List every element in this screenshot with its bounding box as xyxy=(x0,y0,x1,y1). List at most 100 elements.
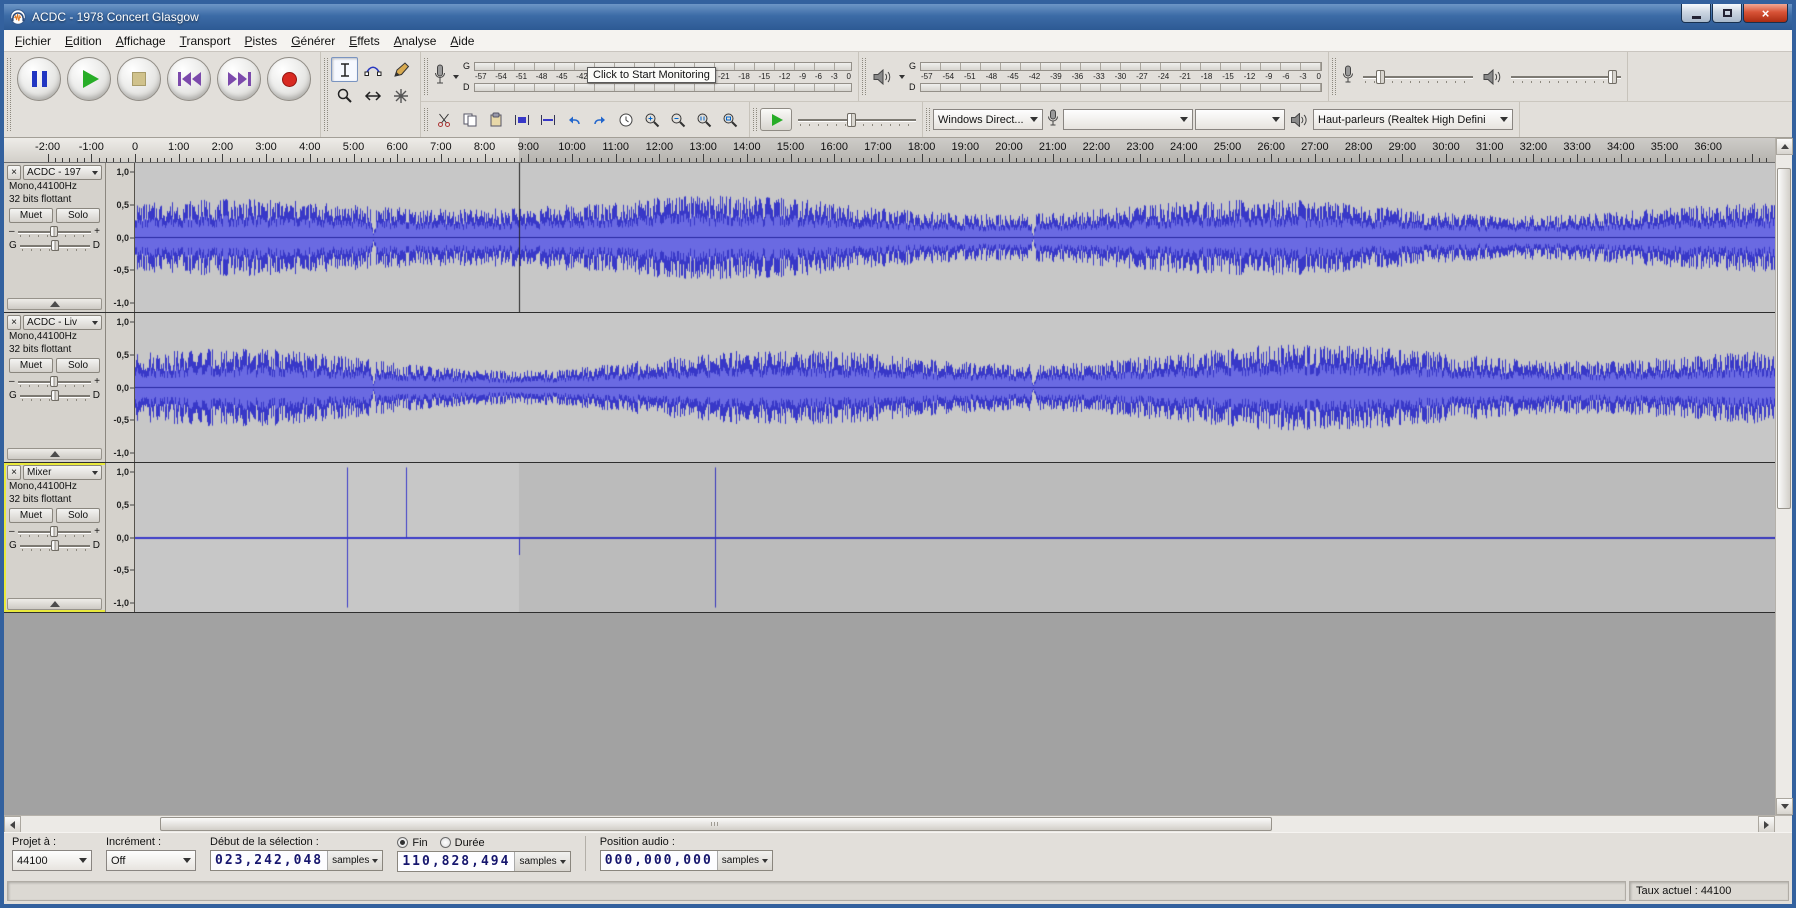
selection-end-field[interactable]: 110,828,494 samples xyxy=(397,851,571,872)
track-2[interactable]: × ACDC - Liv Mono,44100Hz 32 bits flottant M… xyxy=(4,313,1775,463)
menu-item-gnrer[interactable]: Générer xyxy=(284,31,342,51)
multi-tool-button[interactable] xyxy=(387,83,414,108)
sync-lock-button[interactable] xyxy=(613,108,639,132)
waveform-area[interactable] xyxy=(135,313,1775,462)
pan-slider[interactable] xyxy=(19,389,90,402)
stop-button[interactable] xyxy=(117,57,161,101)
close-button[interactable]: × xyxy=(1743,4,1788,23)
playback-speed-thumb[interactable] xyxy=(847,112,857,127)
track-title-menu[interactable]: ACDC - Liv xyxy=(23,315,102,330)
vertical-scroll-thumb[interactable] xyxy=(1777,167,1791,509)
draw-tool-button[interactable] xyxy=(387,57,414,82)
gain-slider[interactable] xyxy=(17,225,92,238)
playback-meter-toolbar[interactable]: GD -57 -54 -51 -48 -45 -42 -39 -36 -33 -30 -27 -24-… xyxy=(859,52,1329,102)
track-3[interactable]: × Mixer Mono,44100Hz 32 bits flottant Muet So… xyxy=(4,463,1775,613)
title-bar[interactable]: ACDC - 1978 Concert Glasgow × xyxy=(4,4,1792,30)
toolbar-gripper[interactable] xyxy=(862,58,866,96)
output-volume-slider[interactable] xyxy=(1511,69,1621,85)
audio-position-field[interactable]: 000,000,000 samples xyxy=(599,850,774,871)
menu-item-edition[interactable]: Edition xyxy=(58,31,109,51)
gain-slider[interactable] xyxy=(17,525,92,538)
audio-position-value[interactable]: 000,000,000 xyxy=(600,851,717,870)
toolbar-gripper[interactable] xyxy=(1332,58,1336,96)
play-at-speed-button[interactable] xyxy=(760,108,792,132)
cut-button[interactable] xyxy=(431,108,457,132)
vertical-scale-ruler[interactable]: 1,0 0,5 0,0 -0,5 -1,0 xyxy=(106,313,135,462)
trim-button[interactable] xyxy=(509,108,535,132)
scroll-left-button[interactable] xyxy=(4,816,21,833)
pan-slider[interactable] xyxy=(19,239,90,252)
track-title-menu[interactable]: Mixer xyxy=(23,465,102,480)
track-close-button[interactable]: × xyxy=(7,165,21,180)
menu-item-effets[interactable]: Effets xyxy=(342,31,386,51)
vertical-scale-ruler[interactable]: 1,0 0,5 0,0 -0,5 -1,0 xyxy=(106,163,135,312)
copy-button[interactable] xyxy=(457,108,483,132)
toolbar-gripper[interactable] xyxy=(926,108,930,131)
envelope-tool-button[interactable] xyxy=(359,57,386,82)
toolbar-gripper[interactable] xyxy=(424,108,428,131)
timeline-ruler[interactable]: -2:00 -1:00 0 1:00 2:00 3:00 4:00 5:00 6:00 7:00 8… xyxy=(4,138,1775,163)
maximize-button[interactable] xyxy=(1712,4,1742,23)
selection-start-field[interactable]: 023,242,048 samples xyxy=(210,850,384,871)
horizontal-scroll-thumb[interactable] xyxy=(159,817,1272,831)
pan-thumb[interactable] xyxy=(50,390,59,401)
track-close-button[interactable]: × xyxy=(7,465,21,480)
zoom-tool-button[interactable] xyxy=(331,83,358,108)
input-volume-thumb[interactable] xyxy=(1375,69,1385,84)
toolbar-gripper[interactable] xyxy=(424,58,428,96)
menu-item-aide[interactable]: Aide xyxy=(443,31,481,51)
audio-host-select[interactable]: Windows Direct... xyxy=(933,109,1043,131)
monitor-tooltip[interactable]: Click to Start Monitoring xyxy=(587,67,716,83)
track-collapse-button[interactable] xyxy=(7,448,102,460)
radio-duration[interactable] xyxy=(439,837,451,848)
track-1[interactable]: × ACDC - 197 Mono,44100Hz 32 bits flottant M… xyxy=(4,163,1775,313)
project-rate-select[interactable]: 44100 xyxy=(12,850,92,871)
input-volume-slider[interactable] xyxy=(1363,69,1473,85)
pause-button[interactable] xyxy=(17,57,61,101)
menu-item-affichage[interactable]: Affichage xyxy=(109,31,173,51)
waveform-area[interactable] xyxy=(135,463,1775,612)
gain-thumb[interactable] xyxy=(50,376,59,387)
input-channels-select[interactable] xyxy=(1195,109,1285,131)
track-collapse-button[interactable] xyxy=(7,598,102,610)
silence-button[interactable] xyxy=(535,108,561,132)
toolbar-gripper[interactable] xyxy=(753,108,757,131)
solo-button[interactable]: Solo xyxy=(56,208,100,223)
track-close-button[interactable]: × xyxy=(7,315,21,330)
undo-button[interactable] xyxy=(561,108,587,132)
selection-end-value[interactable]: 110,828,494 xyxy=(398,852,515,871)
mute-button[interactable]: Muet xyxy=(9,508,53,523)
gain-thumb[interactable] xyxy=(50,226,59,237)
pan-slider[interactable] xyxy=(19,539,90,552)
menu-item-pistes[interactable]: Pistes xyxy=(237,31,284,51)
scroll-down-button[interactable] xyxy=(1776,798,1793,815)
paste-button[interactable] xyxy=(483,108,509,132)
tracks-viewport[interactable]: × ACDC - 197 Mono,44100Hz 32 bits flottant M… xyxy=(4,163,1775,815)
output-volume-thumb[interactable] xyxy=(1608,69,1618,84)
waveform-area[interactable] xyxy=(135,163,1775,312)
play-button[interactable] xyxy=(67,57,111,101)
output-device-select[interactable]: Haut-parleurs (Realtek High Defini xyxy=(1313,109,1513,131)
redo-button[interactable] xyxy=(587,108,613,132)
pan-thumb[interactable] xyxy=(50,540,59,551)
solo-button[interactable]: Solo xyxy=(56,358,100,373)
vertical-scale-ruler[interactable]: 1,0 0,5 0,0 -0,5 -1,0 xyxy=(106,463,135,612)
skip-end-button[interactable] xyxy=(217,57,261,101)
meter-menu-arrow-icon[interactable] xyxy=(899,74,905,79)
skip-start-button[interactable] xyxy=(167,57,211,101)
record-button[interactable] xyxy=(267,57,311,101)
mute-button[interactable]: Muet xyxy=(9,208,53,223)
scroll-up-button[interactable] xyxy=(1776,138,1793,155)
scroll-right-button[interactable] xyxy=(1758,816,1775,833)
radio-end-label[interactable]: Fin xyxy=(412,837,427,849)
radio-duration-label[interactable]: Durée xyxy=(455,837,485,849)
playback-speed-slider[interactable] xyxy=(798,112,916,128)
timeshift-tool-button[interactable] xyxy=(359,83,386,108)
zoom-in-button[interactable] xyxy=(639,108,665,132)
menu-item-analyse[interactable]: Analyse xyxy=(387,31,444,51)
zoom-selection-button[interactable] xyxy=(691,108,717,132)
solo-button[interactable]: Solo xyxy=(56,508,100,523)
pan-thumb[interactable] xyxy=(50,240,59,251)
track-collapse-button[interactable] xyxy=(7,298,102,310)
meter-menu-arrow-icon[interactable] xyxy=(453,74,459,79)
